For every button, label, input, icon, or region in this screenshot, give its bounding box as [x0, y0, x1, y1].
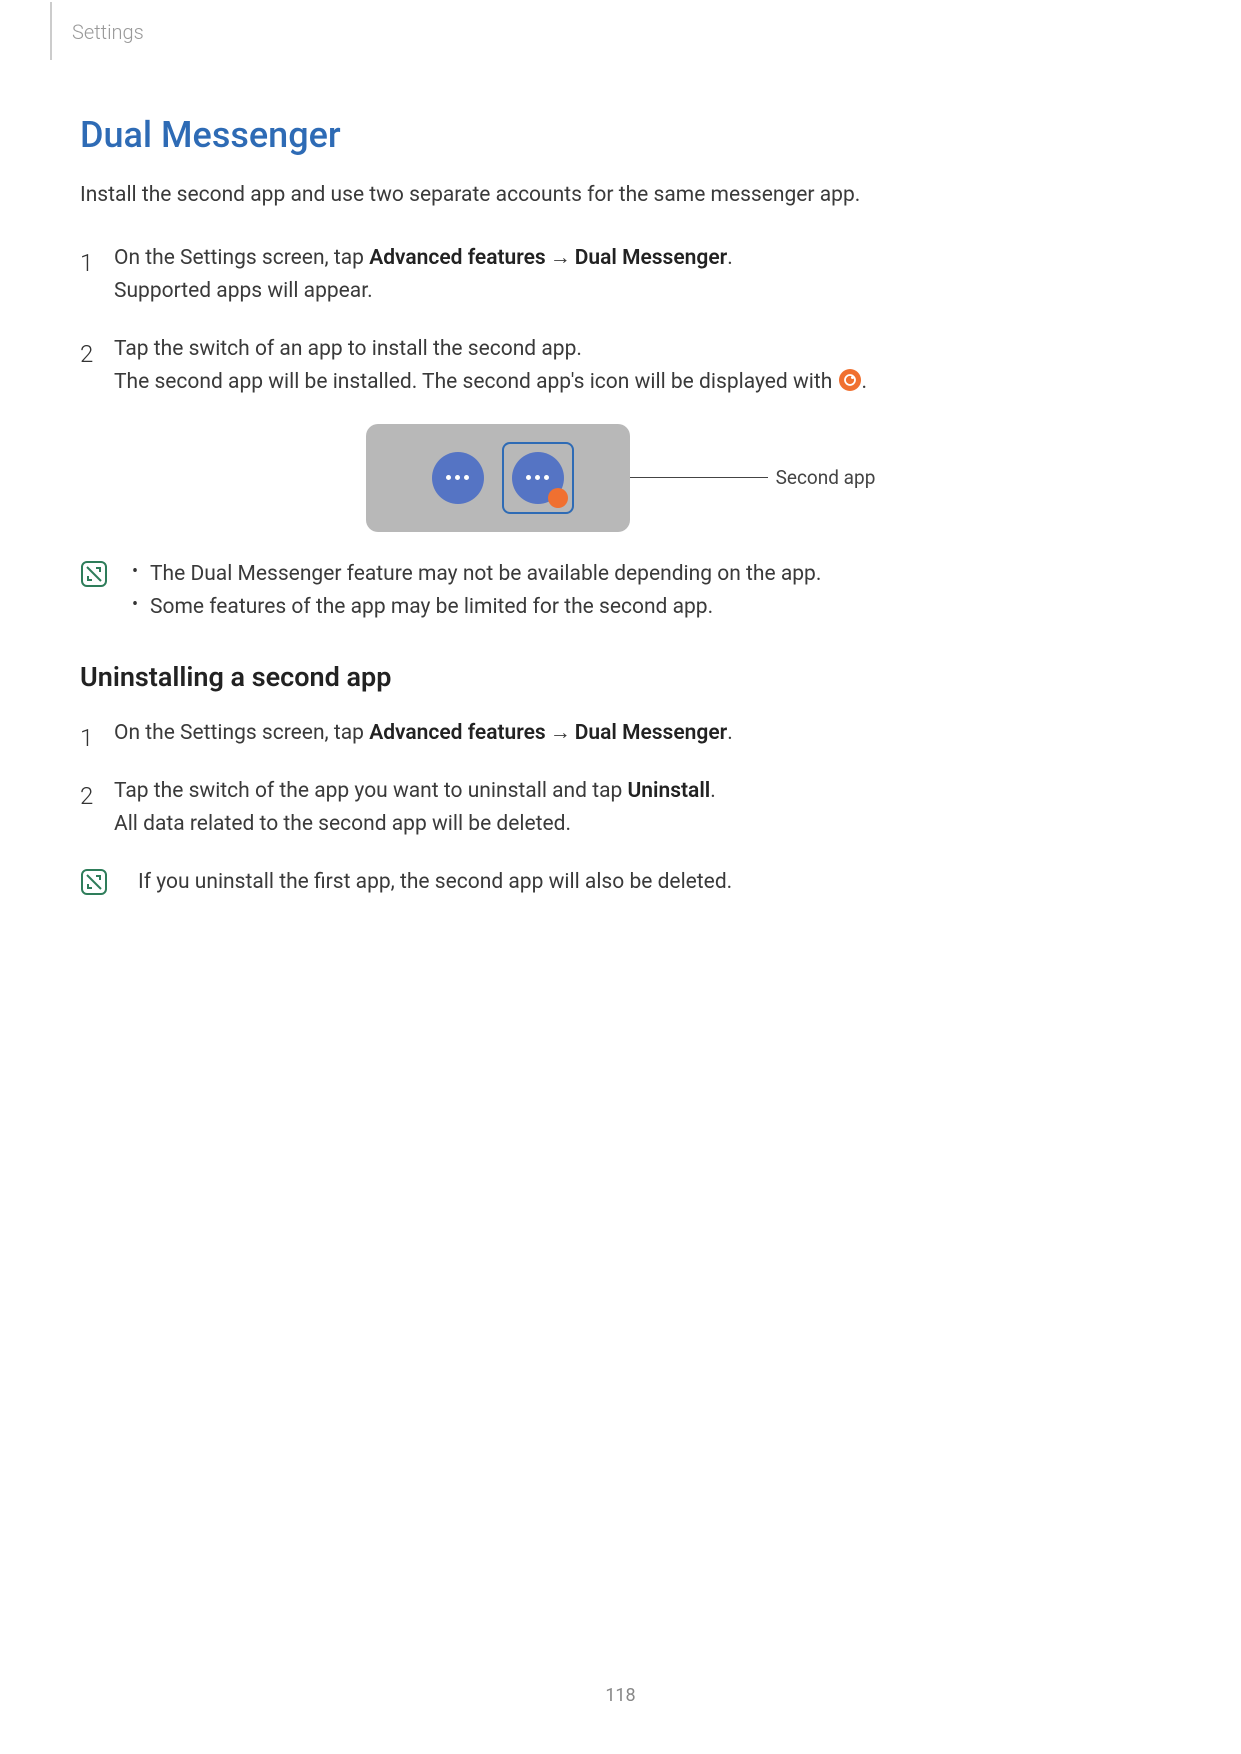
step-2: Tap the switch of the app you want to un… [80, 775, 1161, 842]
note-text: If you uninstall the first app, the seco… [128, 866, 732, 900]
note-icon [80, 868, 108, 896]
uninstall-steps-list: On the Settings screen, tap Advanced fea… [80, 717, 1161, 842]
step-1: On the Settings screen, tap Advanced fea… [80, 242, 1161, 309]
note-icon [80, 560, 108, 588]
step-text: On the Settings screen, tap [114, 721, 369, 745]
note-list: The Dual Messenger feature may not be av… [128, 558, 821, 625]
first-app-icon [422, 442, 494, 514]
note-block-1: The Dual Messenger feature may not be av… [80, 558, 1161, 625]
uninstall-heading: Uninstalling a second app [80, 661, 1161, 693]
arrow-icon: → [546, 717, 575, 751]
phone-screen [366, 424, 630, 532]
dual-app-badge-icon [838, 368, 862, 392]
bold-advanced-features: Advanced features [369, 246, 546, 270]
bold-dual-messenger: Dual Messenger [575, 246, 727, 270]
step-detail: Supported apps will appear. [114, 275, 1161, 309]
step-text: . [710, 779, 716, 803]
bold-dual-messenger: Dual Messenger [575, 721, 727, 745]
note-item: Some features of the app may be limited … [128, 591, 821, 625]
step-text: Tap the switch of an app to install the … [114, 337, 582, 361]
step-text: . [727, 721, 733, 745]
note-item: The Dual Messenger feature may not be av… [128, 558, 821, 592]
install-steps-list: On the Settings screen, tap Advanced fea… [80, 242, 1161, 400]
step-detail: The second app will be installed. The se… [114, 370, 838, 394]
second-app-icon-selected [502, 442, 574, 514]
chat-bubble-icon [512, 452, 564, 504]
note-block-2: If you uninstall the first app, the seco… [80, 866, 1161, 900]
page-number: 118 [605, 1685, 635, 1706]
step-text: On the Settings screen, tap [114, 246, 369, 270]
bold-advanced-features: Advanced features [369, 721, 546, 745]
header-divider [50, 2, 52, 60]
step-text: . [727, 246, 733, 270]
step-detail: All data related to the second app will … [114, 808, 1161, 842]
step-text: Tap the switch of the app you want to un… [114, 779, 628, 803]
step-text: . [862, 370, 868, 394]
bold-uninstall: Uninstall [628, 779, 711, 803]
second-app-figure: Second app [80, 424, 1161, 532]
step-2: Tap the switch of an app to install the … [80, 333, 1161, 400]
arrow-icon: → [546, 242, 575, 276]
callout-label: Second app [776, 466, 876, 489]
step-1: On the Settings screen, tap Advanced fea… [80, 717, 1161, 751]
breadcrumb: Settings [72, 20, 1161, 44]
page-title: Dual Messenger [80, 114, 1161, 156]
page-header: Settings [80, 20, 1161, 44]
callout-leader-line [628, 477, 768, 478]
intro-paragraph: Install the second app and use two separ… [80, 180, 1161, 212]
chat-bubble-icon [432, 452, 484, 504]
